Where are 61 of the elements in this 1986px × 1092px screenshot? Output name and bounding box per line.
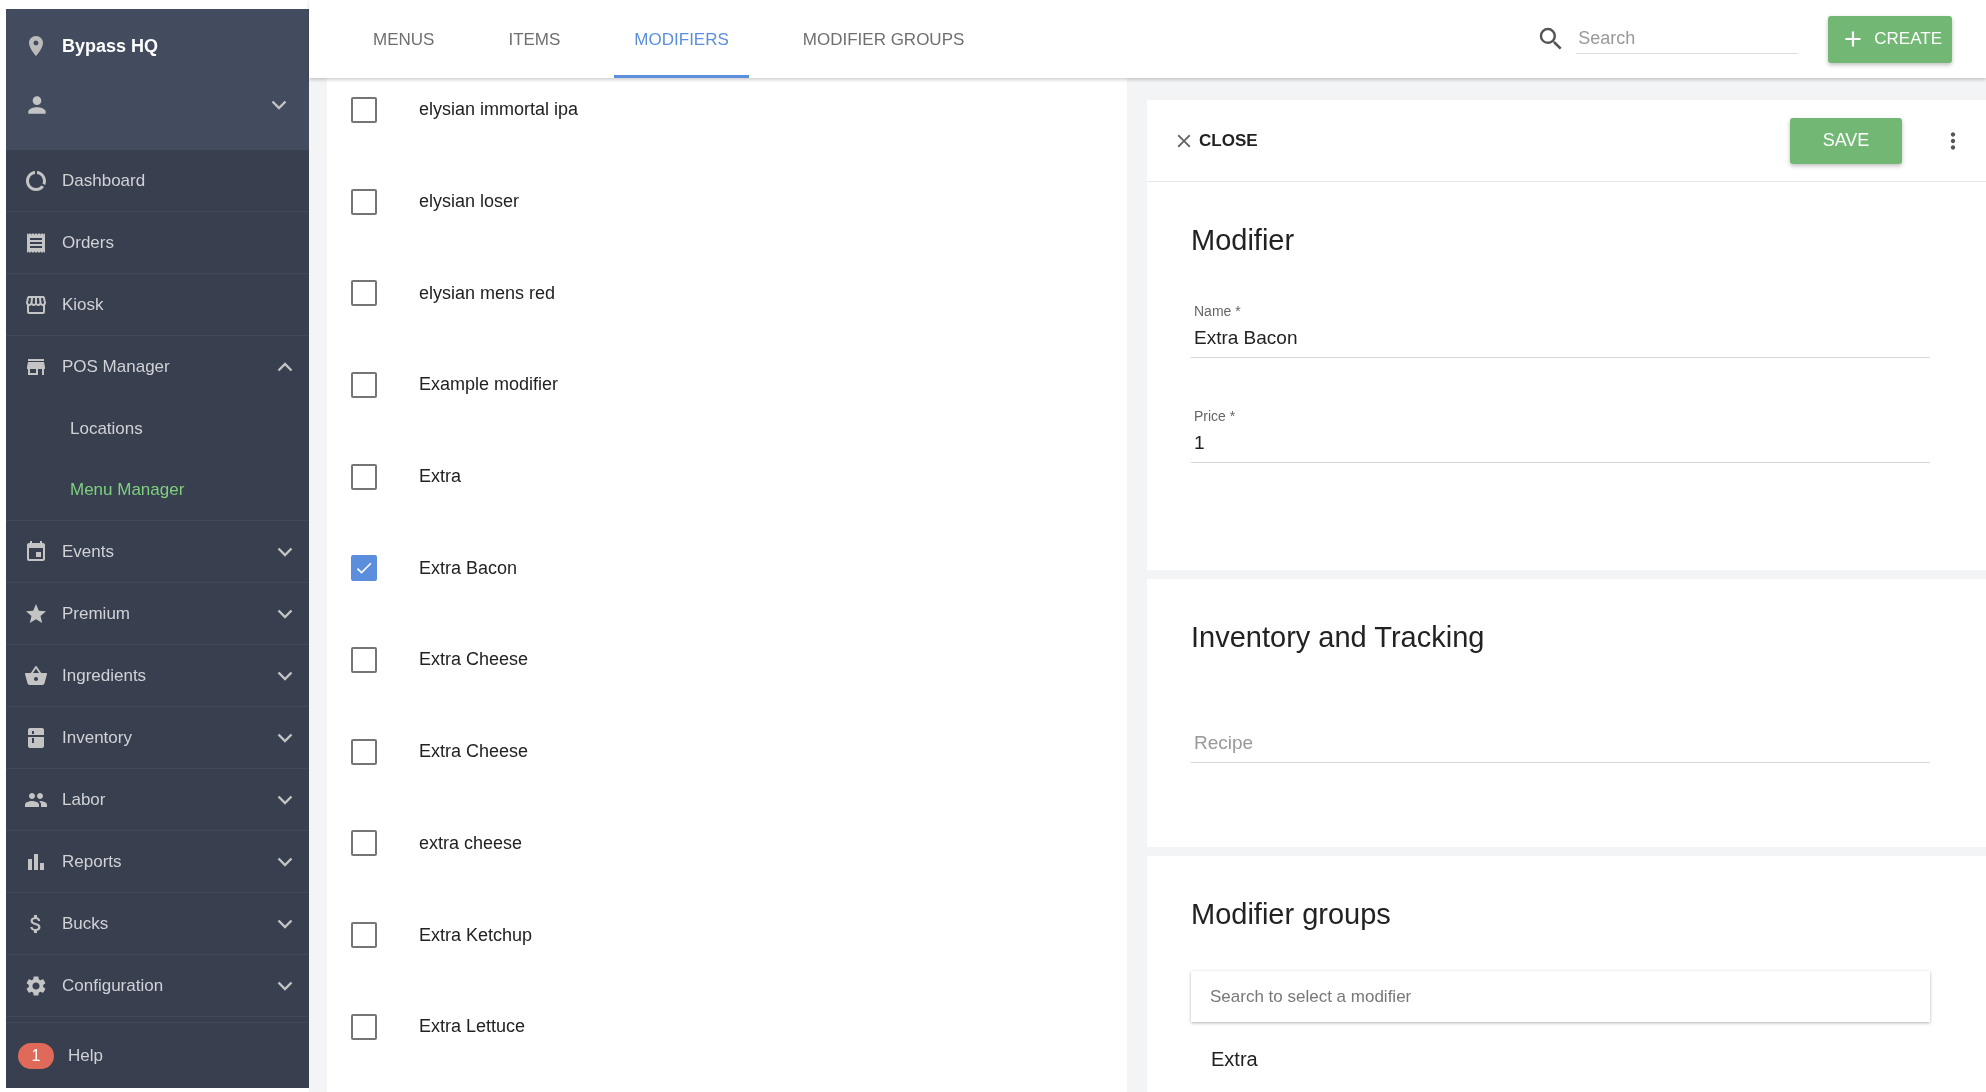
section-title: Modifier xyxy=(1191,224,1296,257)
checkbox[interactable] xyxy=(351,96,377,123)
nav-item[interactable]: POS Manager xyxy=(6,336,309,398)
receipt-icon xyxy=(24,230,48,255)
checkbox[interactable] xyxy=(351,830,377,857)
chevron-down-icon xyxy=(277,670,293,681)
section-title: Inventory and Tracking xyxy=(1191,621,1486,654)
field-label: Name * xyxy=(1194,303,1242,319)
calendar-icon xyxy=(24,539,48,564)
checkbox[interactable] xyxy=(351,738,377,765)
nav-subitem[interactable]: Menu Manager xyxy=(6,459,309,520)
modifier-name: elysian immortal ipa xyxy=(419,99,579,121)
chevron-down-icon xyxy=(277,980,293,991)
group-name: Extra xyxy=(1211,1048,1259,1071)
checkbox[interactable] xyxy=(351,188,377,215)
modifier-name: extra cheese xyxy=(419,832,523,854)
checkbox[interactable] xyxy=(351,922,377,949)
tab[interactable]: MODIFIER GROUPS xyxy=(782,0,985,78)
checkbox[interactable] xyxy=(351,646,377,673)
ring-chart-icon xyxy=(24,168,48,193)
settings-icon xyxy=(24,973,48,998)
checkbox[interactable] xyxy=(351,371,377,398)
chevron-down-icon xyxy=(271,100,287,110)
notification-badge: 1 xyxy=(18,1042,54,1069)
nav-item[interactable]: Configuration xyxy=(6,955,309,1017)
nav-item[interactable]: Ingredients xyxy=(6,645,309,707)
checkbox[interactable] xyxy=(351,555,377,582)
modifier-name: Extra xyxy=(419,466,461,488)
nav-subitem[interactable]: Locations xyxy=(6,398,309,459)
modifier-name: Example modifier xyxy=(419,374,559,396)
checkbox[interactable] xyxy=(351,1013,377,1040)
modifier-name: Extra Lettuce xyxy=(419,1016,526,1038)
tab[interactable]: ITEMS xyxy=(488,0,581,78)
chevron-down-icon xyxy=(277,732,293,743)
checkbox[interactable] xyxy=(351,463,377,490)
text-field[interactable]: 1 xyxy=(1191,424,1930,463)
modifier-name: Extra Bacon xyxy=(419,557,518,579)
tab[interactable]: MENUS xyxy=(353,0,455,78)
nav-item[interactable]: Inventory xyxy=(6,707,309,769)
location-name: Bypass HQ xyxy=(62,35,159,57)
field-label: Price * xyxy=(1194,408,1237,424)
chevron-down-icon xyxy=(277,918,293,929)
basket-icon xyxy=(24,663,48,688)
section-title: Modifier groups xyxy=(1191,898,1392,931)
modifier-name: elysian loser xyxy=(419,191,520,213)
chevron-down-icon xyxy=(277,546,293,557)
modifier-name: elysian mens red xyxy=(419,282,556,304)
modifier-search-field[interactable]: Search to select a modifier xyxy=(1191,971,1930,1022)
chevron-up-icon xyxy=(277,362,293,372)
modifier-name: Extra Cheese xyxy=(419,741,529,763)
modifier-name: Extra Ketchup xyxy=(419,924,533,946)
help-item[interactable]: 1 Help xyxy=(6,1022,309,1088)
text-field[interactable]: Extra Bacon xyxy=(1191,319,1930,358)
nav-item[interactable]: Orders xyxy=(6,212,309,274)
chevron-down-icon xyxy=(277,856,293,867)
chevron-down-icon xyxy=(277,794,293,805)
modifier-name: Extra Cheese xyxy=(419,649,529,671)
recipe-field[interactable]: Recipe xyxy=(1191,724,1930,763)
chevron-down-icon xyxy=(277,608,293,619)
checkbox[interactable] xyxy=(351,280,377,307)
close-button[interactable]: CLOSE xyxy=(1173,129,1258,152)
